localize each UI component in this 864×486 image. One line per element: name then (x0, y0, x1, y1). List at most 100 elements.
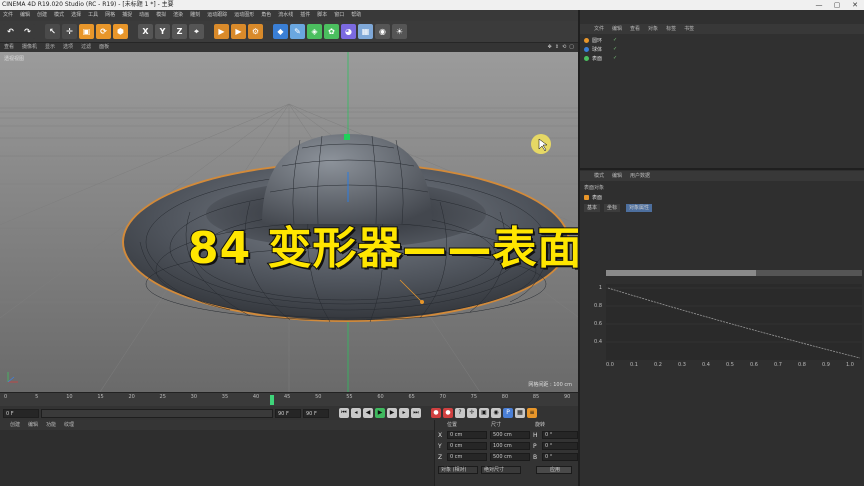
position-key-icon[interactable]: ✛ (467, 408, 477, 418)
rotation-key-icon[interactable]: ◉ (491, 408, 501, 418)
object-enabled-check-icon[interactable]: ✓ (613, 46, 617, 52)
prev-key-icon[interactable]: ◂ (351, 408, 361, 418)
play-icon[interactable]: ▶ (375, 408, 385, 418)
next-frame-icon[interactable]: ▶ (387, 408, 397, 418)
bend-deformer-icon[interactable]: ◕ (341, 24, 356, 39)
timeline-window-icon[interactable]: ≡ (527, 408, 537, 418)
record-icon[interactable]: ● (431, 408, 441, 418)
falloff-spline-graph[interactable] (606, 284, 862, 360)
material-menu-item-0[interactable]: 创建 (10, 420, 20, 430)
material-menu-item-1[interactable]: 编辑 (28, 420, 38, 430)
move-view-icon[interactable]: ✥ (548, 43, 552, 52)
toggle-view-icon[interactable]: ▢ (569, 43, 574, 52)
param-key-icon[interactable]: P (503, 408, 513, 418)
subtab-object[interactable]: 对象属性 (626, 204, 653, 212)
material-menu-item-2[interactable]: 功能 (46, 420, 56, 430)
rotation-p-field[interactable]: 0 ° (542, 442, 578, 450)
floor-icon[interactable]: ▦ (358, 24, 373, 39)
object-row[interactable]: 球体 ✓ (584, 45, 617, 53)
render-picture-viewer-icon[interactable]: ▶ (231, 24, 246, 39)
timeline-ruler[interactable]: 0 5 10 15 20 25 30 35 40 45 50 55 60 65 70 75 80 85 90 (0, 392, 578, 406)
size-z-field[interactable]: 500 cm (490, 453, 530, 461)
position-z-field[interactable]: 0 cm (447, 453, 487, 461)
rotate-view-icon[interactable]: ⟲ (562, 43, 566, 52)
menu-item-0[interactable]: 文件 (3, 10, 13, 21)
menu-item-6[interactable]: 网格 (105, 10, 115, 21)
pla-key-icon[interactable]: ▦ (515, 408, 525, 418)
viewport-menu-item-5[interactable]: 面板 (99, 43, 109, 52)
y-axis-icon[interactable]: Y (155, 24, 170, 39)
menu-item-10[interactable]: 渲染 (173, 10, 183, 21)
menu-item-8[interactable]: 动画 (139, 10, 149, 21)
viewport-menu-item-4[interactable]: 过滤 (81, 43, 91, 52)
move-icon[interactable]: ✛ (62, 24, 77, 39)
object-tab-0[interactable]: 文件 (594, 24, 604, 34)
pen-icon[interactable]: ✎ (290, 24, 305, 39)
rotation-h-field[interactable]: 0 ° (542, 431, 578, 439)
menu-item-19[interactable]: 帮助 (351, 10, 361, 21)
recent-tool-icon[interactable]: ⬢ (113, 24, 128, 39)
attribute-tab-0[interactable]: 模式 (594, 171, 604, 181)
menu-item-14[interactable]: 角色 (261, 10, 271, 21)
light-icon[interactable]: ☀ (392, 24, 407, 39)
rotate-icon[interactable]: ⟳ (96, 24, 111, 39)
subtab-coord[interactable]: 坐标 (604, 204, 621, 212)
minimize-button[interactable]: — (810, 0, 828, 10)
menu-item-17[interactable]: 脚本 (317, 10, 327, 21)
prev-frame-icon[interactable]: ◀ (363, 408, 373, 418)
coordinate-system-icon[interactable]: ⌖ (189, 24, 204, 39)
maximize-button[interactable]: ▢ (828, 0, 846, 10)
menu-item-2[interactable]: 创建 (37, 10, 47, 21)
scale-icon[interactable]: ▣ (79, 24, 94, 39)
keyframe-selection-icon[interactable]: ? (455, 408, 465, 418)
menu-item-9[interactable]: 模拟 (156, 10, 166, 21)
object-row[interactable]: 表面 ✓ (584, 54, 617, 62)
object-tab-3[interactable]: 对象 (648, 24, 658, 34)
end-frame-field[interactable]: 90 F (275, 408, 301, 418)
position-y-field[interactable]: 0 cm (447, 442, 487, 450)
subdivision-icon[interactable]: ◈ (307, 24, 322, 39)
next-key-icon[interactable]: ▸ (399, 408, 409, 418)
autokey-icon[interactable]: ● (443, 408, 453, 418)
attribute-tab-1[interactable]: 编辑 (612, 171, 622, 181)
scale-key-icon[interactable]: ▣ (479, 408, 489, 418)
goto-end-icon[interactable]: ⏭ (411, 408, 421, 418)
attribute-tab-2[interactable]: 用户数据 (630, 171, 650, 181)
menu-item-3[interactable]: 模式 (54, 10, 64, 21)
cube-icon[interactable]: ◆ (273, 24, 288, 39)
coord-mode-select[interactable]: 对象 (相对) (438, 466, 478, 474)
coord-size-select[interactable]: 绝对尺寸 (481, 466, 521, 474)
select-icon[interactable]: ↖ (45, 24, 60, 39)
viewport-menu-item-2[interactable]: 显示 (45, 43, 55, 52)
material-manager-area[interactable] (0, 430, 434, 486)
rotation-b-field[interactable]: 0 ° (542, 453, 578, 461)
menu-item-18[interactable]: 窗口 (334, 10, 344, 21)
viewport-menu-item-0[interactable]: 查看 (4, 43, 14, 52)
render-settings-icon[interactable]: ⚙ (248, 24, 263, 39)
max-frame-field[interactable]: 90 F (303, 408, 329, 418)
material-menu-item-3[interactable]: 纹理 (64, 420, 74, 430)
x-axis-icon[interactable]: X (138, 24, 153, 39)
size-x-field[interactable]: 500 cm (490, 431, 530, 439)
size-y-field[interactable]: 100 cm (490, 442, 530, 450)
start-frame-field[interactable]: 0 F (3, 408, 39, 418)
z-axis-icon[interactable]: Z (172, 24, 187, 39)
menu-item-1[interactable]: 编辑 (20, 10, 30, 21)
camera-icon[interactable]: ◉ (375, 24, 390, 39)
object-tab-5[interactable]: 书签 (684, 24, 694, 34)
viewport-menu-item-1[interactable]: 摄像机 (22, 43, 37, 52)
timeline-playhead[interactable] (270, 395, 274, 405)
object-tab-1[interactable]: 编辑 (612, 24, 622, 34)
menu-item-15[interactable]: 流水线 (278, 10, 293, 21)
render-view-icon[interactable]: ▶ (214, 24, 229, 39)
object-enabled-check-icon[interactable]: ✓ (613, 55, 617, 61)
object-tab-2[interactable]: 查看 (630, 24, 640, 34)
redo-icon[interactable]: ↷ (20, 24, 35, 39)
object-enabled-check-icon[interactable]: ✓ (613, 37, 617, 43)
menu-item-12[interactable]: 运动跟踪 (207, 10, 227, 21)
apply-button[interactable]: 应用 (536, 466, 572, 474)
object-row[interactable]: 圆环 ✓ (584, 36, 617, 44)
menu-item-16[interactable]: 插件 (300, 10, 310, 21)
zoom-view-icon[interactable]: ⇕ (555, 43, 559, 52)
array-icon[interactable]: ✿ (324, 24, 339, 39)
